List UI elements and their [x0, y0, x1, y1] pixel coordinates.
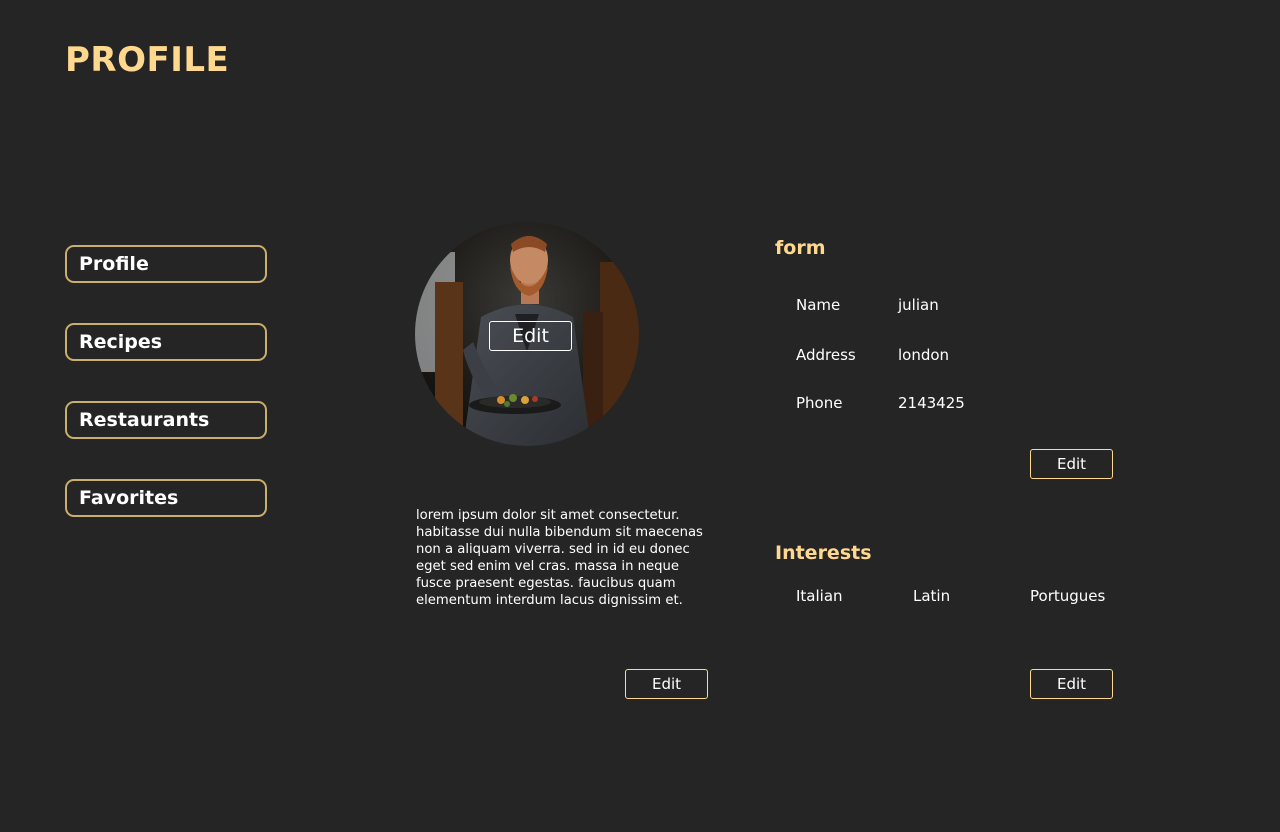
interest-item-latin: Latin	[913, 587, 951, 605]
address-value: london	[898, 346, 950, 364]
interest-item-italian: Italian	[796, 587, 843, 605]
interest-item-portugues: Portugues	[1030, 587, 1106, 605]
phone-label: Phone	[796, 394, 843, 412]
sidebar-item-restaurants[interactable]: Restaurants	[65, 401, 267, 439]
edit-bio-button[interactable]: Edit	[625, 669, 708, 699]
name-label: Name	[796, 296, 841, 314]
sidebar-item-profile[interactable]: Profile	[65, 245, 267, 283]
sidebar-item-favorites[interactable]: Favorites	[65, 479, 267, 517]
edit-interests-button[interactable]: Edit	[1030, 669, 1113, 699]
sidebar-item-recipes[interactable]: Recipes	[65, 323, 267, 361]
address-label: Address	[796, 346, 856, 364]
name-value: julian	[898, 296, 939, 314]
bio-text: lorem ipsum dolor sit amet consectetur. …	[416, 508, 703, 608]
form-section-title: form	[775, 237, 826, 259]
phone-value: 2143425	[898, 394, 965, 412]
page-title: PROFILE	[65, 40, 230, 80]
interests-section-title: Interests	[775, 542, 872, 564]
edit-form-button[interactable]: Edit	[1030, 449, 1113, 479]
edit-photo-button[interactable]: Edit	[489, 321, 572, 351]
